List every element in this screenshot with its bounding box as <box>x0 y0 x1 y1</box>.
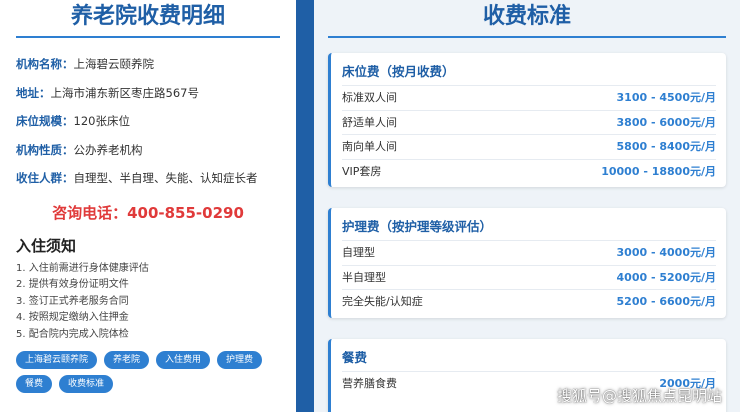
fee-label: 半自理型 <box>342 270 386 284</box>
fee-row: 半自理型 4000 - 5200元/月 <box>342 264 716 290</box>
info-key: 收住人群： <box>16 171 74 185</box>
card-title: 床位费（按月收费） <box>342 64 455 79</box>
card-title: 护理费（按护理等级评估） <box>342 219 493 234</box>
notice-title: 入住须知 <box>16 236 77 255</box>
notice-list: 1. 入住前需进行身体健康评估 2. 提供有效身份证明文件 3. 签订正式养老服… <box>16 261 280 344</box>
notice-item: 2. 提供有效身份证明文件 <box>16 279 129 290</box>
hotline: 咨询电话：400-855-0290 <box>52 203 244 222</box>
fee-price: 5800 - 8400元/月 <box>616 140 716 153</box>
fee-label: VIP套房 <box>342 164 382 178</box>
fee-price: 3800 - 6000元/月 <box>616 115 716 129</box>
tag-chip[interactable]: 收费标准 <box>59 375 114 393</box>
info-row-beds: 床位规模：120张床位 <box>16 107 280 136</box>
info-value: 自理型、半自理、失能、认知症长者 <box>73 171 258 185</box>
tag-chip[interactable]: 餐费 <box>16 375 53 393</box>
fee-label: 舒适单人间 <box>342 115 397 129</box>
left-panel: 养老院收费明细 机构名称：上海碧云颐养院 地址：上海市浦东新区枣庄路567号 床… <box>0 0 296 412</box>
info-row-address: 地址：上海市浦东新区枣庄路567号 <box>16 79 280 108</box>
tag-chip[interactable]: 养老院 <box>104 351 150 369</box>
fee-row: 标准双人间 3100 - 4500元/月 <box>342 85 716 110</box>
tag-chip[interactable]: 上海碧云颐养院 <box>16 351 98 369</box>
info-key: 机构性质： <box>16 142 74 157</box>
fee-card-nursing: 护理费（按护理等级评估） 自理型 3000 - 4000元/月 半自理型 400… <box>328 208 726 318</box>
info-key: 床位规模： <box>16 114 74 128</box>
right-title-rule <box>328 36 726 38</box>
watermark: 搜狐号@搜狐焦点昆明站 <box>556 387 722 405</box>
fee-label: 自理型 <box>342 246 375 259</box>
info-row-residents: 收住人群：自理型、半自理、失能、认知症长者 <box>16 164 280 193</box>
notice-item: 3. 签订正式养老服务合同 <box>16 295 129 307</box>
fee-row: 自理型 3000 - 4000元/月 <box>342 240 716 265</box>
notice-item: 1. 入住前需进行身体健康评估 <box>16 262 149 274</box>
fee-price: 3100 - 4500元/月 <box>616 91 716 104</box>
info-row-nature: 机构性质：公办养老机构 <box>16 136 280 165</box>
notice-item: 4. 按照规定缴纳入住押金 <box>16 312 129 323</box>
fee-price: 3000 - 4000元/月 <box>616 246 716 259</box>
panel-divider <box>296 0 314 412</box>
fee-row: 舒适单人间 3800 - 6000元/月 <box>342 109 716 135</box>
fee-card-bed: 床位费（按月收费） 标准双人间 3100 - 4500元/月 舒适单人间 380… <box>328 53 726 187</box>
tag-chip[interactable]: 入住费用 <box>156 351 211 369</box>
info-row-name: 机构名称：上海碧云颐养院 <box>16 50 280 79</box>
fee-row: 南向单人间 5800 - 8400元/月 <box>342 134 716 159</box>
fee-label: 标准双人间 <box>342 91 397 104</box>
fee-row: 完全失能/认知症 5200 - 6600元/月 <box>342 289 716 314</box>
info-value: 公办养老机构 <box>73 142 143 157</box>
fee-label: 南向单人间 <box>342 140 397 153</box>
tag-chip[interactable]: 护理费 <box>217 351 263 369</box>
fee-price: 5200 - 6600元/月 <box>616 295 716 308</box>
info-key: 机构名称： <box>16 57 74 71</box>
info-value: 上海碧云颐养院 <box>73 57 155 71</box>
fee-label: 营养膳食费 <box>342 377 397 390</box>
right-panel: 收费标准 床位费（按月收费） 标准双人间 3100 - 4500元/月 舒适单人… <box>314 0 740 412</box>
notice-item: 5. 配合院内完成入院体检 <box>16 328 129 340</box>
card-title: 餐费 <box>342 350 368 365</box>
right-title: 收费标准 <box>482 4 571 29</box>
fee-row: VIP套房 10000 - 18800元/月 <box>342 158 716 184</box>
fee-label: 完全失能/认知症 <box>342 295 423 308</box>
info-value: 120张床位 <box>73 114 130 128</box>
left-title: 养老院收费明细 <box>70 4 225 29</box>
left-title-rule <box>16 36 280 38</box>
tag-list: 上海碧云颐养院 养老院 入住费用 护理费 餐费 收费标准 <box>16 351 276 393</box>
fee-price: 10000 - 18800元/月 <box>601 164 716 178</box>
info-key: 地址： <box>16 85 51 100</box>
info-value: 上海市浦东新区枣庄路567号 <box>50 85 199 100</box>
fee-price: 4000 - 5200元/月 <box>616 270 716 284</box>
